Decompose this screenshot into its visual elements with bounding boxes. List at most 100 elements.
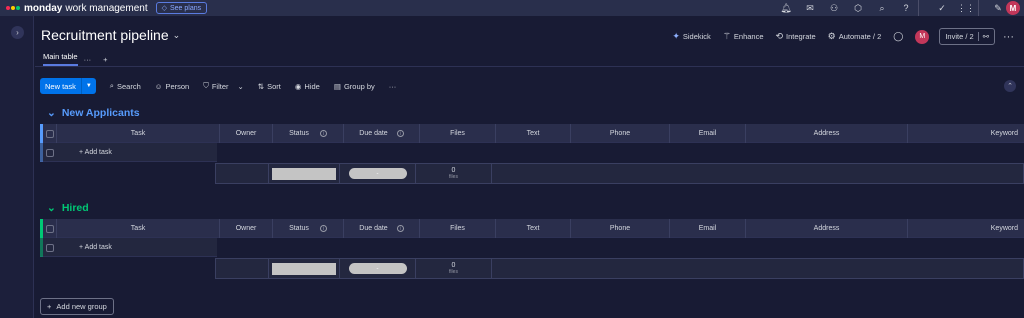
apps-icon[interactable]: ⬡ — [846, 0, 870, 16]
checkbox[interactable] — [46, 148, 54, 157]
column-header-text[interactable]: Text — [496, 219, 571, 238]
bell-icon[interactable]: 🔔︎ — [774, 0, 798, 16]
group-title[interactable]: New Applicants — [62, 107, 140, 119]
hide-button[interactable]: ◉ Hide — [295, 82, 320, 91]
app-logo[interactable]: monday work management — [6, 3, 148, 14]
expand-sidebar-icon[interactable]: › — [11, 26, 24, 39]
info-icon[interactable]: i — [319, 225, 327, 232]
info-icon[interactable]: i — [396, 130, 404, 137]
chat-bubble-icon: ◯ — [893, 31, 904, 41]
add-new-group-label: Add new group — [56, 302, 107, 311]
board-more-icon[interactable]: ··· — [1003, 31, 1014, 43]
updates-button[interactable]: ◯ — [893, 31, 903, 42]
filter-label: Filter — [211, 81, 229, 91]
sidekick-button[interactable]: ✦ Sidekick — [672, 31, 710, 42]
person-filter-button[interactable]: ☺ Person — [155, 82, 189, 91]
chevron-down-icon[interactable]: ⌄ — [238, 82, 244, 91]
column-header-owner[interactable]: Owner — [220, 124, 273, 143]
person-icon: ☺ — [154, 81, 163, 91]
workspace-icon[interactable]: ✓ — [930, 0, 954, 16]
checkbox[interactable] — [45, 129, 54, 138]
column-header-files[interactable]: Files — [420, 124, 496, 143]
group-header[interactable]: ⌄ New Applicants — [47, 107, 140, 119]
select-all-checkbox[interactable] — [43, 219, 57, 238]
column-header-address[interactable]: Address — [746, 219, 908, 238]
sort-label: Sort — [267, 81, 281, 91]
chevron-down-icon[interactable]: ▼ — [80, 78, 96, 94]
eye-icon: ◉ — [294, 81, 302, 91]
robot-icon: ⚙ — [827, 31, 836, 41]
group-header[interactable]: ⌄ Hired — [47, 202, 89, 214]
column-header-owner[interactable]: Owner — [220, 219, 273, 238]
column-header-email[interactable]: Email — [670, 219, 746, 238]
column-header-keyword[interactable]: Keyword — [908, 124, 1024, 143]
integrate-button[interactable]: ⟲ Integrate — [776, 31, 816, 42]
enhance-button[interactable]: ⚚ Enhance — [723, 31, 764, 42]
column-header-files[interactable]: Files — [420, 219, 496, 238]
checkbox[interactable] — [46, 243, 54, 252]
summary-rest — [492, 259, 1023, 278]
search-icon[interactable]: ⌕ — [870, 0, 894, 16]
monday-logo-icon — [6, 6, 20, 10]
board-toolbar: New task ▼ ⌕ Search ☺ Person ⛉ Filter ⌄ ⇅ Sor… — [40, 78, 396, 94]
view-tabs: Main table ··· + — [43, 52, 108, 66]
tab-main-table[interactable]: Main table — [43, 52, 78, 66]
toolbar-more-icon[interactable]: ··· — [389, 82, 397, 91]
status-summary-bar[interactable] — [272, 262, 336, 275]
group-title[interactable]: Hired — [62, 202, 89, 214]
board-member-avatar[interactable]: M — [915, 29, 930, 44]
column-header-task[interactable]: Task — [57, 219, 220, 238]
column-header-phone[interactable]: Phone — [571, 124, 670, 143]
chevron-down-icon[interactable]: ⌄ — [47, 107, 56, 119]
files-label: files — [449, 173, 458, 180]
see-plans-label: See plans — [170, 4, 202, 12]
see-plans-button[interactable]: ◇ See plans — [155, 2, 208, 14]
collapse-header-icon[interactable]: ⌃ — [1004, 80, 1016, 92]
column-header-status[interactable]: Status i — [273, 124, 344, 143]
summary-owner — [216, 259, 269, 278]
column-header-phone[interactable]: Phone — [571, 219, 670, 238]
add-view-icon[interactable]: + — [103, 55, 107, 64]
new-task-button[interactable]: New task ▼ — [40, 78, 96, 94]
product-name: work management — [65, 2, 148, 14]
row-checkbox[interactable] — [43, 238, 57, 257]
add-task-input[interactable]: + Add task — [57, 143, 217, 162]
search-button[interactable]: ⌕ Search — [110, 81, 141, 91]
column-header-keyword[interactable]: Keyword — [908, 219, 1024, 238]
column-header-task[interactable]: Task — [57, 124, 220, 143]
add-new-group-button[interactable]: + Add new group — [40, 298, 114, 315]
column-header-due-date[interactable]: Due date i — [344, 124, 420, 143]
account-icon[interactable]: ✎ — [990, 0, 1006, 16]
column-header-text[interactable]: Text — [496, 124, 571, 143]
add-task-input[interactable]: + Add task — [57, 238, 217, 257]
board-title[interactable]: Recruitment pipeline ⌄ — [41, 27, 180, 43]
checkbox[interactable] — [45, 224, 54, 233]
filter-button[interactable]: ⛉ Filter ⌄ — [203, 81, 244, 91]
column-header-email[interactable]: Email — [670, 124, 746, 143]
help-icon[interactable]: ? — [894, 0, 918, 16]
column-header-address[interactable]: Address — [746, 124, 908, 143]
invite-button[interactable]: Invite / 2 ⚯ — [939, 28, 995, 45]
tab-more-icon[interactable]: ··· — [84, 55, 92, 64]
column-header-due-date[interactable]: Due date i — [344, 219, 420, 238]
chevron-down-icon[interactable]: ⌄ — [47, 202, 56, 214]
sort-button[interactable]: ⇅ Sort — [258, 82, 281, 91]
automate-button[interactable]: ⚙ Automate / 2 — [828, 31, 882, 42]
user-avatar[interactable]: M — [1006, 1, 1020, 15]
summary-status — [269, 259, 340, 278]
column-header-status[interactable]: Status i — [273, 219, 344, 238]
invite-members-icon[interactable]: ⚇ — [822, 0, 846, 16]
select-all-checkbox[interactable] — [43, 124, 57, 143]
row-checkbox[interactable] — [43, 143, 57, 162]
info-icon[interactable]: i — [396, 225, 404, 232]
summary-files: 0 files — [416, 164, 492, 183]
status-summary-bar[interactable] — [272, 167, 336, 180]
enhance-label: Enhance — [733, 32, 764, 41]
grid-icon[interactable]: ⋮⋮ — [954, 0, 978, 16]
info-icon[interactable]: i — [319, 130, 327, 137]
top-icons: 🔔︎ ✉ ⚇ ⬡ ⌕ ? ✓ ⋮⋮ ✎ M — [774, 0, 1020, 16]
date-summary-pill[interactable]: - — [348, 168, 407, 179]
group-by-button[interactable]: ▤ Group by — [334, 82, 375, 91]
date-summary-pill[interactable]: - — [348, 263, 407, 274]
inbox-icon[interactable]: ✉ — [798, 0, 822, 16]
